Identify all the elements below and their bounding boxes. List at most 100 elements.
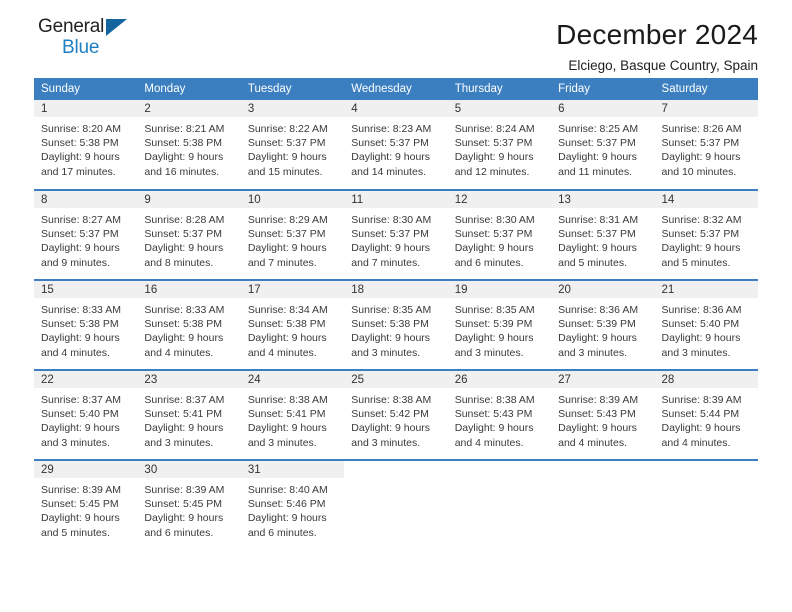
sunrise-text: Sunrise: 8:39 AM (144, 484, 225, 496)
day-cell[interactable]: 19 Sunrise: 8:35 AM Sunset: 5:39 PM Dayl… (447, 279, 552, 370)
day-cell[interactable]: 27 Sunrise: 8:39 AM Sunset: 5:43 PM Dayl… (551, 369, 655, 460)
day-cell[interactable]: 7 Sunrise: 8:26 AM Sunset: 5:37 PM Dayli… (654, 100, 758, 190)
daylight-text-line1: Daylight: 9 hours (41, 332, 120, 345)
day-number: 20 (551, 281, 655, 298)
day-cell[interactable]: 3 Sunrise: 8:22 AM Sunset: 5:37 PM Dayli… (240, 100, 345, 190)
week-row: 8 Sunrise: 8:27 AM Sunset: 5:37 PM Dayli… (34, 189, 758, 280)
sunrise-text: Sunrise: 8:35 AM (351, 304, 432, 316)
daylight-text-line2: and 6 minutes. (454, 256, 524, 269)
daylight-text-line1: Daylight: 9 hours (144, 242, 224, 255)
day-details: Sunrise: 8:36 AM Sunset: 5:39 PM Dayligh… (551, 298, 654, 360)
week-row: 22 Sunrise: 8:37 AM Sunset: 5:40 PM Dayl… (34, 369, 758, 460)
day-number: 31 (240, 461, 345, 478)
day-cell[interactable]: 20 Sunrise: 8:36 AM Sunset: 5:39 PM Dayl… (551, 279, 655, 370)
daylight-text-line2: and 3 minutes. (247, 436, 317, 449)
day-details: Sunrise: 8:21 AM Sunset: 5:38 PM Dayligh… (137, 117, 240, 179)
day-cell[interactable]: 15 Sunrise: 8:33 AM Sunset: 5:38 PM Dayl… (34, 279, 138, 370)
weekday-monday: Monday (137, 78, 241, 100)
day-cell[interactable]: 12 Sunrise: 8:30 AM Sunset: 5:37 PM Dayl… (447, 189, 552, 280)
day-cell[interactable]: 28 Sunrise: 8:39 AM Sunset: 5:44 PM Dayl… (654, 369, 758, 460)
day-cell[interactable]: 8 Sunrise: 8:27 AM Sunset: 5:37 PM Dayli… (34, 189, 138, 280)
sunrise-text: Sunrise: 8:33 AM (41, 304, 121, 316)
day-cell[interactable]: 4 Sunrise: 8:23 AM Sunset: 5:37 PM Dayli… (344, 100, 448, 190)
sunset-text: Sunset: 5:45 PM (41, 498, 119, 511)
day-details: Sunrise: 8:30 AM Sunset: 5:37 PM Dayligh… (344, 208, 447, 270)
day-details: Sunrise: 8:29 AM Sunset: 5:37 PM Dayligh… (241, 208, 344, 270)
weekday-saturday: Saturday (654, 78, 758, 100)
day-number: 24 (240, 371, 345, 388)
calendar-page: General Blue December 2024 Elciego, Basq… (0, 0, 792, 612)
day-cell[interactable]: 31 Sunrise: 8:40 AM Sunset: 5:46 PM Dayl… (240, 459, 345, 550)
day-details: Sunrise: 8:22 AM Sunset: 5:37 PM Dayligh… (241, 117, 344, 179)
day-cell[interactable]: 6 Sunrise: 8:25 AM Sunset: 5:37 PM Dayli… (551, 100, 655, 190)
daylight-text-line2: and 7 minutes. (351, 256, 421, 269)
day-number: 9 (137, 191, 241, 208)
sunset-text: Sunset: 5:41 PM (144, 408, 223, 421)
day-number: 17 (240, 281, 345, 298)
daylight-text-line1: Daylight: 9 hours (558, 422, 637, 435)
sunrise-text: Sunrise: 8:21 AM (144, 123, 225, 135)
sunset-text: Sunset: 5:38 PM (351, 318, 429, 331)
day-details: Sunrise: 8:30 AM Sunset: 5:37 PM Dayligh… (448, 208, 551, 270)
day-number: 16 (137, 281, 241, 298)
day-cell[interactable]: 22 Sunrise: 8:37 AM Sunset: 5:40 PM Dayl… (34, 369, 138, 460)
day-details: Sunrise: 8:23 AM Sunset: 5:37 PM Dayligh… (344, 117, 447, 179)
day-cell[interactable]: 30 Sunrise: 8:39 AM Sunset: 5:45 PM Dayl… (137, 459, 241, 550)
day-cell[interactable]: 21 Sunrise: 8:36 AM Sunset: 5:40 PM Dayl… (654, 279, 758, 370)
sunrise-text: Sunrise: 8:30 AM (454, 214, 535, 226)
day-number: 5 (447, 100, 552, 117)
sunset-text: Sunset: 5:37 PM (558, 228, 636, 241)
day-cell[interactable]: 26 Sunrise: 8:38 AM Sunset: 5:43 PM Dayl… (447, 369, 552, 460)
daylight-text-line2: and 4 minutes. (144, 346, 214, 359)
day-cell[interactable]: 2 Sunrise: 8:21 AM Sunset: 5:38 PM Dayli… (137, 100, 241, 190)
sunrise-text: Sunrise: 8:25 AM (558, 123, 639, 135)
day-cell[interactable]: 17 Sunrise: 8:34 AM Sunset: 5:38 PM Dayl… (240, 279, 345, 370)
sunset-text: Sunset: 5:38 PM (144, 137, 223, 150)
generalblue-logo[interactable]: General Blue (34, 16, 154, 64)
sunrise-text: Sunrise: 8:34 AM (247, 304, 328, 316)
day-cell-empty (551, 459, 655, 550)
day-details: Sunrise: 8:38 AM Sunset: 5:41 PM Dayligh… (241, 388, 344, 450)
day-cell[interactable]: 1 Sunrise: 8:20 AM Sunset: 5:38 PM Dayli… (34, 100, 138, 190)
day-cell[interactable]: 10 Sunrise: 8:29 AM Sunset: 5:37 PM Dayl… (240, 189, 345, 280)
sunset-text: Sunset: 5:37 PM (661, 137, 740, 150)
sunrise-text: Sunrise: 8:22 AM (247, 123, 328, 135)
day-details: Sunrise: 8:40 AM Sunset: 5:46 PM Dayligh… (241, 478, 344, 540)
day-details: Sunrise: 8:38 AM Sunset: 5:43 PM Dayligh… (448, 388, 551, 450)
daylight-text-line1: Daylight: 9 hours (454, 422, 534, 435)
daylight-text-line2: and 3 minutes. (351, 346, 421, 359)
daylight-text-line1: Daylight: 9 hours (558, 242, 637, 255)
weekday-wednesday: Wednesday (344, 78, 448, 100)
daylight-text-line2: and 3 minutes. (558, 346, 627, 359)
day-cell[interactable]: 16 Sunrise: 8:33 AM Sunset: 5:38 PM Dayl… (137, 279, 241, 370)
daylight-text-line2: and 5 minutes. (41, 526, 110, 539)
sunset-text: Sunset: 5:37 PM (558, 137, 636, 150)
day-cell[interactable]: 24 Sunrise: 8:38 AM Sunset: 5:41 PM Dayl… (240, 369, 345, 460)
day-details: Sunrise: 8:26 AM Sunset: 5:37 PM Dayligh… (655, 117, 758, 179)
sunrise-text: Sunrise: 8:39 AM (41, 484, 121, 496)
day-cell[interactable]: 9 Sunrise: 8:28 AM Sunset: 5:37 PM Dayli… (137, 189, 241, 280)
page-header: General Blue December 2024 Elciego, Basq… (34, 0, 758, 78)
day-cell[interactable]: 29 Sunrise: 8:39 AM Sunset: 5:45 PM Dayl… (34, 459, 138, 550)
day-cell[interactable]: 13 Sunrise: 8:31 AM Sunset: 5:37 PM Dayl… (551, 189, 655, 280)
daylight-text-line2: and 16 minutes. (144, 165, 220, 178)
sunrise-text: Sunrise: 8:38 AM (247, 394, 328, 406)
day-details: Sunrise: 8:39 AM Sunset: 5:43 PM Dayligh… (551, 388, 654, 450)
day-details: Sunrise: 8:37 AM Sunset: 5:40 PM Dayligh… (34, 388, 137, 450)
daylight-text-line1: Daylight: 9 hours (351, 151, 431, 164)
day-number: 13 (551, 191, 655, 208)
day-cell[interactable]: 5 Sunrise: 8:24 AM Sunset: 5:37 PM Dayli… (447, 100, 552, 190)
day-cell[interactable]: 25 Sunrise: 8:38 AM Sunset: 5:42 PM Dayl… (344, 369, 448, 460)
day-cell[interactable]: 14 Sunrise: 8:32 AM Sunset: 5:37 PM Dayl… (654, 189, 758, 280)
day-number: 29 (34, 461, 138, 478)
weekday-thursday: Thursday (447, 78, 552, 100)
day-cell[interactable]: 18 Sunrise: 8:35 AM Sunset: 5:38 PM Dayl… (344, 279, 448, 370)
day-details: Sunrise: 8:39 AM Sunset: 5:44 PM Dayligh… (655, 388, 758, 450)
day-number: 30 (137, 461, 241, 478)
daylight-text-line2: and 3 minutes. (454, 346, 524, 359)
daylight-text-line1: Daylight: 9 hours (247, 422, 327, 435)
day-cell[interactable]: 23 Sunrise: 8:37 AM Sunset: 5:41 PM Dayl… (137, 369, 241, 460)
daylight-text-line1: Daylight: 9 hours (41, 512, 120, 525)
day-number: 18 (344, 281, 448, 298)
day-cell[interactable]: 11 Sunrise: 8:30 AM Sunset: 5:37 PM Dayl… (344, 189, 448, 280)
